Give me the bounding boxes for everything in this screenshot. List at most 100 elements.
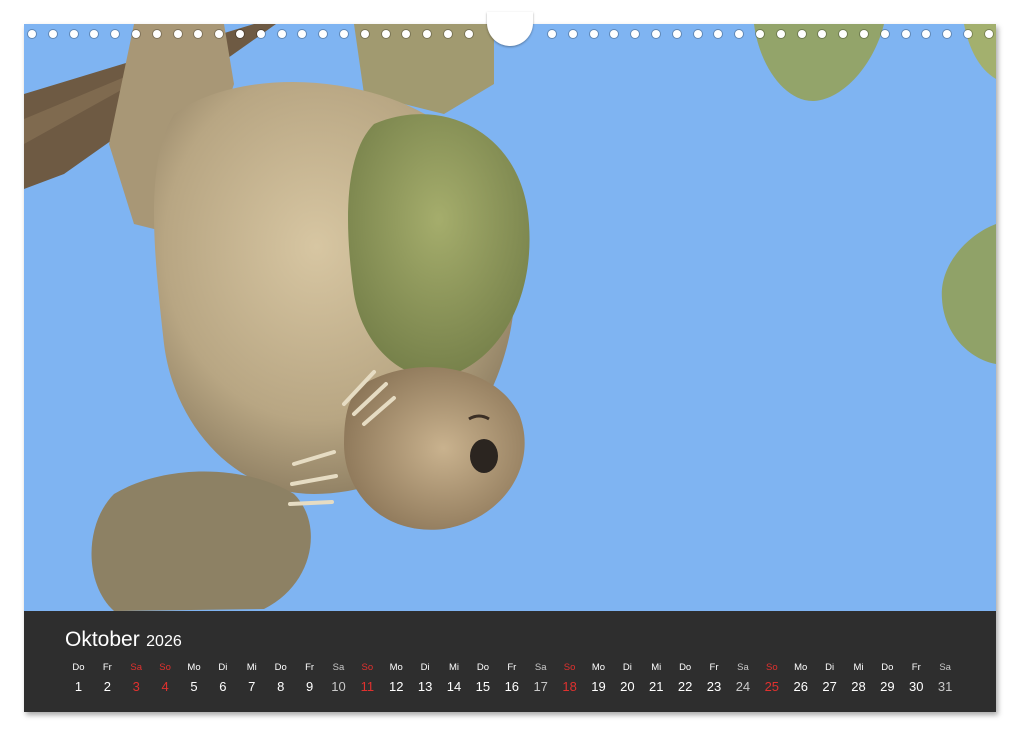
day-cell: Di 20 [613, 662, 642, 697]
weekday-label: Sa [130, 662, 143, 673]
day-cell: Sa 3 [122, 662, 151, 697]
weekday-label: Fr [709, 662, 719, 673]
day-cell: Do 22 [671, 662, 700, 697]
ring-icon [776, 30, 785, 38]
day-cell: Mo 12 [382, 662, 411, 697]
day-number: 31 [937, 679, 953, 694]
weekday-label: Sa [737, 662, 749, 673]
day-cell: Mo 26 [786, 662, 815, 697]
day-number: 27 [822, 679, 837, 694]
day-number: 7 [248, 679, 256, 694]
weekday-label: Fr [102, 662, 112, 673]
day-cell: Fr 9 [295, 662, 324, 697]
ring-icon [298, 30, 307, 38]
day-number: 19 [591, 679, 606, 694]
day-number: 2 [103, 679, 111, 694]
day-cell: Sa 17 [526, 662, 555, 697]
weekday-label: Fr [305, 662, 315, 673]
ring-icon [693, 30, 702, 38]
weekday-label: Sa [332, 662, 345, 673]
ring-icon [610, 30, 619, 38]
day-cell: Mo 5 [180, 662, 209, 697]
ring-icon [319, 30, 328, 38]
day-cell: Mi 21 [642, 662, 671, 697]
weekday-label: Mo [187, 662, 201, 673]
day-number: 12 [389, 679, 404, 694]
ring-icon [818, 30, 827, 38]
weekday-label: Di [622, 662, 632, 673]
weekday-label: Di [218, 662, 228, 673]
weekday-label: So [766, 662, 778, 673]
ring-icon [652, 30, 660, 38]
ring-icon [756, 30, 764, 38]
day-number: 24 [735, 679, 751, 694]
ring-icon [672, 30, 681, 38]
ring-icon [589, 30, 598, 38]
day-number: 11 [360, 679, 375, 694]
day-number: 13 [417, 679, 433, 694]
day-cell: Mi 28 [844, 662, 873, 697]
ring-icon [381, 30, 390, 38]
weekday-label: So [563, 662, 576, 673]
ring-icon [236, 30, 244, 38]
day-cell: Do 8 [266, 662, 295, 697]
lower-arm [91, 471, 311, 611]
day-cell: Fr 16 [497, 662, 526, 697]
ring-icon [714, 30, 723, 38]
ring-icon [568, 30, 577, 38]
weekday-label: Mo [591, 662, 606, 673]
day-number: 5 [190, 679, 198, 694]
weekday-label: Di [825, 662, 835, 673]
day-cell: Sa 31 [931, 662, 960, 697]
weekday-label: Fr [507, 662, 517, 673]
day-cell: So 4 [151, 662, 180, 697]
weekday-label: Do [72, 662, 85, 673]
day-cell: So 11 [353, 662, 382, 697]
weekday-label: Mi [651, 662, 662, 673]
day-number: 20 [620, 679, 635, 694]
month-name: Oktober [65, 628, 140, 651]
day-number: 14 [446, 679, 462, 694]
weekday-label: Mi [449, 662, 460, 673]
day-cell: Do 15 [468, 662, 497, 697]
day-number: 8 [277, 679, 285, 694]
weekday-label: Mo [794, 662, 808, 673]
month-year: 2026 [146, 633, 182, 650]
ring-icon [90, 30, 99, 38]
day-cell: So 25 [757, 662, 786, 697]
weekday-label: Sa [939, 662, 951, 673]
ring-icon [548, 30, 556, 38]
ring-icon [277, 30, 286, 38]
sloth-illustration [24, 24, 996, 611]
day-number: 26 [793, 679, 808, 694]
ring-icon [922, 30, 931, 38]
day-number: 10 [331, 679, 346, 694]
day-number: 25 [764, 679, 780, 694]
day-cell: So 18 [555, 662, 584, 697]
day-number: 17 [533, 679, 548, 694]
day-number: 30 [909, 679, 924, 694]
ring-icon [964, 30, 972, 38]
ring-icon [901, 30, 910, 38]
calendar-page: Oktober 2026 Do 1 Fr 2 Sa 3 So 4 Mo 5 Di 6 Mi 7 Do 8 Fr 9… [24, 24, 996, 712]
day-number: 6 [219, 679, 227, 694]
ring-icon [132, 30, 140, 38]
day-grid: Do 1 Fr 2 Sa 3 So 4 Mo 5 Di 6 Mi 7 Do 8 Fr 9 Sa 10 So 11 Mo 12 D… [64, 662, 960, 697]
month-title: Oktober 2026 [65, 628, 182, 652]
day-cell: Mi 14 [440, 662, 469, 697]
day-number: 22 [677, 679, 693, 694]
day-cell: Di 27 [815, 662, 844, 697]
weekday-label: Do [274, 662, 287, 673]
ring-icon [194, 30, 203, 38]
day-cell: Do 29 [873, 662, 902, 697]
sloth-photo [24, 24, 996, 611]
ring-icon [444, 30, 452, 38]
day-number: 16 [504, 679, 520, 694]
weekday-label: Sa [534, 662, 547, 673]
ring-icon [28, 30, 36, 38]
day-number: 18 [562, 679, 577, 694]
ring-icon [152, 30, 161, 38]
day-cell: Di 13 [411, 662, 440, 697]
weekday-label: So [159, 662, 171, 673]
weekday-label: Fr [911, 662, 921, 673]
